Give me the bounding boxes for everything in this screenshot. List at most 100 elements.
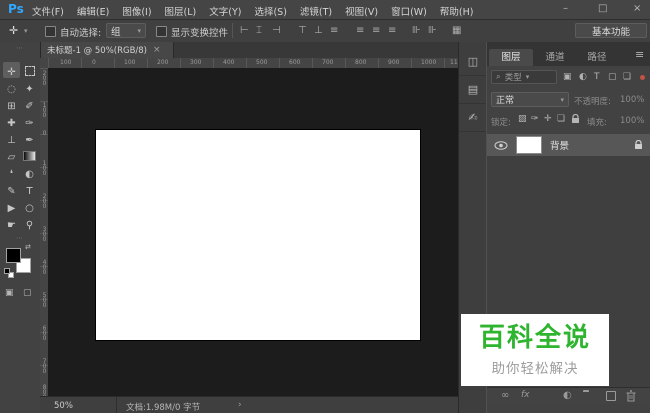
tool-crop[interactable]: ⊞ — [3, 96, 20, 112]
screen-mode-button[interactable]: ▢ — [23, 288, 32, 298]
status-menu-arrow-icon[interactable]: › — [238, 400, 242, 410]
delete-layer-icon[interactable] — [626, 390, 636, 402]
properties-panel-icon[interactable]: ▤ — [459, 76, 487, 104]
distribute-bottom-icon[interactable]: ≡ — [388, 25, 396, 37]
opacity-value[interactable]: 100% — [620, 95, 644, 105]
lock-transparency-icon[interactable]: ▨ — [518, 114, 527, 124]
menu-window[interactable]: 窗口(W) — [391, 4, 427, 18]
layer-thumbnail[interactable] — [516, 136, 542, 154]
tab-paths[interactable]: 路径 — [577, 49, 617, 66]
document-canvas[interactable] — [96, 130, 420, 340]
auto-select-checkbox[interactable] — [45, 26, 56, 37]
align-left-edges-icon[interactable]: ⊢ — [240, 25, 249, 37]
chevron-down-icon: ▾ — [560, 96, 564, 104]
tool-move[interactable]: ✛ — [3, 62, 20, 78]
status-bar: 50% 文档:1.98M/0 字节 › — [40, 396, 458, 413]
blend-mode-dropdown[interactable]: 正常 ▾ — [491, 92, 569, 107]
align-bottom-edges-icon[interactable]: ≡ — [330, 25, 338, 37]
fill-value[interactable]: 100% — [620, 116, 644, 126]
menu-edit[interactable]: 编辑(E) — [77, 4, 109, 18]
tool-ellipse-shape[interactable]: ○ — [21, 198, 38, 214]
maximize-button[interactable]: □ — [598, 3, 607, 14]
minimize-button[interactable]: – — [563, 3, 568, 14]
tool-quick-selection[interactable]: ✦ — [21, 79, 38, 95]
adjustment-layer-icon[interactable]: ◐ — [563, 390, 572, 401]
tool-eyedropper[interactable]: ✐ — [21, 96, 38, 112]
distribute-horizontal-icon[interactable]: ⊪ — [412, 25, 421, 37]
ruler-tick-label: 300 — [190, 59, 201, 67]
tool-history-brush[interactable]: ✒ — [21, 130, 38, 146]
auto-select-dropdown[interactable]: 组 ▾ — [106, 23, 146, 38]
divider — [116, 397, 117, 413]
tool-path-selection[interactable]: ▶ — [3, 198, 20, 214]
tool-dodge[interactable]: ◐ — [21, 164, 38, 180]
layer-filter-dropdown[interactable]: ⌕ 类型 ▾ — [491, 70, 557, 84]
tool-rectangular-marquee[interactable] — [21, 62, 38, 78]
distribute-vertical-icon[interactable]: ⊪ — [428, 25, 437, 37]
layer-lock-icon[interactable] — [634, 140, 643, 150]
ruler-tick-label: 800 — [355, 59, 366, 67]
distribute-middle-icon[interactable]: ≡ — [372, 25, 380, 37]
default-colors-icon[interactable] — [4, 268, 10, 274]
tool-zoom[interactable]: ⚲ — [21, 215, 38, 231]
tool-type[interactable]: T — [21, 181, 38, 197]
link-layers-icon[interactable]: ∞ — [501, 390, 509, 401]
align-horizontal-centers-icon[interactable]: ⌶ — [256, 25, 262, 37]
new-layer-icon[interactable] — [606, 391, 616, 401]
layer-effects-icon[interactable]: fx — [521, 390, 530, 400]
menu-image[interactable]: 图像(I) — [122, 4, 151, 18]
lock-all-icon[interactable] — [571, 114, 580, 124]
tool-blur[interactable]: ❛ — [3, 164, 20, 180]
adjustments-panel-icon[interactable]: ✍ — [459, 104, 487, 132]
filter-adjustment-layers-icon[interactable]: ◐ — [579, 72, 587, 82]
tool-lasso[interactable]: ◌ — [3, 79, 20, 95]
filter-type-layers-icon[interactable]: T — [594, 72, 600, 82]
menu-filter[interactable]: 滤镜(T) — [300, 4, 332, 18]
lock-position-icon[interactable]: ✛ — [544, 114, 552, 124]
close-button[interactable]: × — [633, 3, 641, 14]
tool-eraser[interactable]: ▱ — [3, 147, 20, 163]
filter-shape-layers-icon[interactable]: ▢ — [608, 72, 617, 82]
auto-align-layers-icon[interactable]: ▦ — [452, 25, 461, 37]
auto-select-label: 自动选择: — [60, 25, 101, 39]
align-vertical-centers-icon[interactable]: ⊥ — [314, 25, 323, 37]
history-panel-icon[interactable]: ◫ — [459, 48, 487, 76]
menu-file[interactable]: 文件(F) — [32, 4, 64, 18]
align-right-edges-icon[interactable]: ⊣ — [272, 25, 281, 37]
workspace-switcher-button[interactable]: 基本功能 — [575, 23, 647, 38]
swap-colors-icon[interactable]: ⇄ — [25, 243, 31, 251]
menu-view[interactable]: 视图(V) — [345, 4, 378, 18]
distribute-top-icon[interactable]: ≡ — [356, 25, 364, 37]
tab-channels[interactable]: 通道 — [535, 49, 575, 66]
menu-select[interactable]: 选择(S) — [254, 4, 286, 18]
filter-pixel-layers-icon[interactable]: ▣ — [563, 72, 572, 82]
tool-gradient[interactable] — [21, 147, 38, 163]
toolbox-more-dots[interactable]: ⋯ — [0, 234, 40, 242]
zoom-level-field[interactable]: 50% — [54, 401, 73, 411]
tool-brush[interactable]: ✑ — [21, 113, 38, 129]
lock-pixels-icon[interactable]: ✑ — [531, 114, 539, 124]
menu-layer[interactable]: 图层(L) — [165, 4, 197, 18]
tool-hand[interactable]: ☛ — [3, 215, 20, 231]
show-transform-checkbox[interactable] — [156, 26, 167, 37]
tab-close-icon[interactable]: × — [153, 45, 161, 55]
tool-preset-caret-icon[interactable]: ▾ — [24, 27, 28, 35]
tool-spot-healing-brush[interactable]: ✚ — [3, 113, 20, 129]
foreground-color-swatch[interactable] — [6, 248, 21, 263]
tab-layers[interactable]: 图层 — [489, 49, 533, 66]
menu-type[interactable]: 文字(Y) — [209, 4, 241, 18]
toolbox-grip[interactable]: ⋯ — [0, 44, 40, 52]
tool-pen[interactable]: ✎ — [3, 181, 20, 197]
tool-clone-stamp[interactable]: ⊥ — [3, 130, 20, 146]
document-tab[interactable]: 未标题-1 @ 50%(RGB/8) × — [40, 42, 174, 58]
quick-mask-button[interactable]: ▣ — [5, 288, 14, 298]
lock-artboard-icon[interactable]: ❏ — [557, 114, 565, 124]
canvas-pasteboard[interactable] — [48, 68, 458, 396]
visibility-eye-icon[interactable] — [494, 141, 508, 150]
panel-menu-icon[interactable]: ≡ — [635, 48, 644, 61]
menu-help[interactable]: 帮助(H) — [440, 4, 474, 18]
align-top-edges-icon[interactable]: ⊤ — [298, 25, 307, 37]
filter-toggle-dot[interactable] — [640, 75, 645, 80]
filter-smart-objects-icon[interactable]: ❏ — [623, 72, 631, 82]
layer-row-background[interactable]: 背景 — [487, 134, 650, 156]
